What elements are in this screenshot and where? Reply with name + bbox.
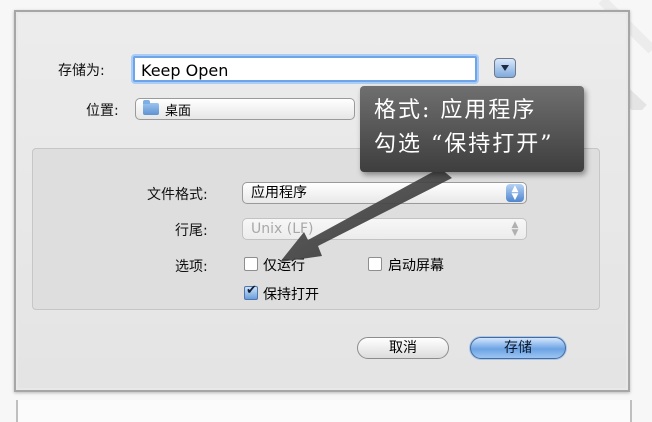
annotation-line-1: 格式: 应用程序 — [374, 98, 537, 123]
run-only-label[interactable]: 仅运行 — [263, 255, 305, 275]
chevron-down-icon — [501, 65, 509, 71]
line-ending-value: Unix (LF) — [251, 221, 314, 237]
annotation-callout: 格式: 应用程序 勾选 “保持打开” — [360, 86, 584, 172]
startup-screen-label[interactable]: 启动屏幕 — [388, 255, 444, 275]
line-ending-label: 行尾: — [175, 223, 208, 239]
screenshot-stage: 存储为: Keep Open 位置: 桌面 文件格式: 应用程序 ▲ ▼ 行尾: … — [0, 0, 652, 422]
line-ending-popup[interactable]: Unix (LF) ▲ ▼ — [242, 218, 527, 240]
stay-open-label[interactable]: 保持打开 — [263, 284, 319, 304]
cancel-button[interactable]: 取消 — [357, 337, 449, 359]
startup-screen-checkbox[interactable] — [368, 257, 382, 271]
location-label: 位置: — [86, 103, 119, 119]
save-as-input[interactable]: Keep Open — [133, 56, 477, 82]
file-format-value: 应用程序 — [251, 185, 307, 201]
folder-icon — [143, 100, 159, 115]
popup-arrows-icon: ▲ ▼ — [506, 184, 524, 202]
file-format-popup[interactable]: 应用程序 ▲ ▼ — [242, 182, 527, 204]
save-as-label: 存储为: — [58, 63, 105, 79]
location-value: 桌面 — [165, 104, 192, 119]
annotation-line-2: 勾选 “保持打开” — [374, 132, 554, 157]
expand-dialog-button[interactable] — [494, 58, 516, 78]
options-label: 选项: — [175, 259, 208, 275]
popup-arrows-icon: ▲ ▼ — [511, 220, 519, 238]
stay-open-checkbox[interactable] — [244, 283, 258, 300]
save-button[interactable]: 存储 — [470, 337, 566, 359]
file-format-label: 文件格式: — [147, 187, 208, 203]
lower-window-edge — [16, 400, 632, 422]
run-only-checkbox[interactable] — [244, 257, 258, 271]
location-popup[interactable]: 桌面 — [135, 98, 355, 120]
